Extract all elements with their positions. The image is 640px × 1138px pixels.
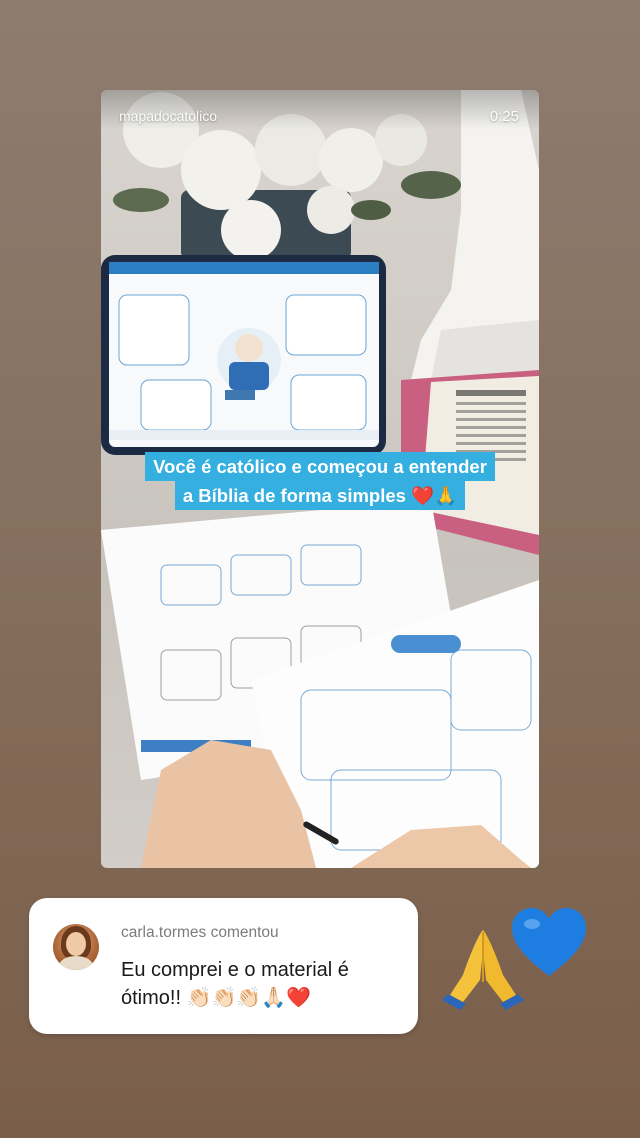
caption-line-2: a Bíblia de forma simples ❤️🙏 <box>174 481 466 510</box>
story-username[interactable]: mapadocatolico <box>119 108 217 124</box>
comment-sticker[interactable]: carla.tormes comentou Eu comprei e o mat… <box>29 898 418 1034</box>
avatar <box>53 924 99 970</box>
comment-author: carla.tormes comentou <box>121 924 279 941</box>
story-timer: 0:25 <box>489 108 519 125</box>
comment-text: Eu comprei e o material é ótimo!! 👏🏻👏🏻👏🏻… <box>121 959 349 1009</box>
story-caption: Você é católico e começou a entender a B… <box>101 452 539 510</box>
caption-line-1: Você é católico e começou a entender <box>145 452 495 481</box>
statue <box>411 90 539 390</box>
blue-heart-emoji-icon <box>512 908 586 976</box>
tablet-device <box>101 255 386 455</box>
story-video[interactable]: mapadocatolico 0:25 Você é católico e co… <box>101 90 539 868</box>
